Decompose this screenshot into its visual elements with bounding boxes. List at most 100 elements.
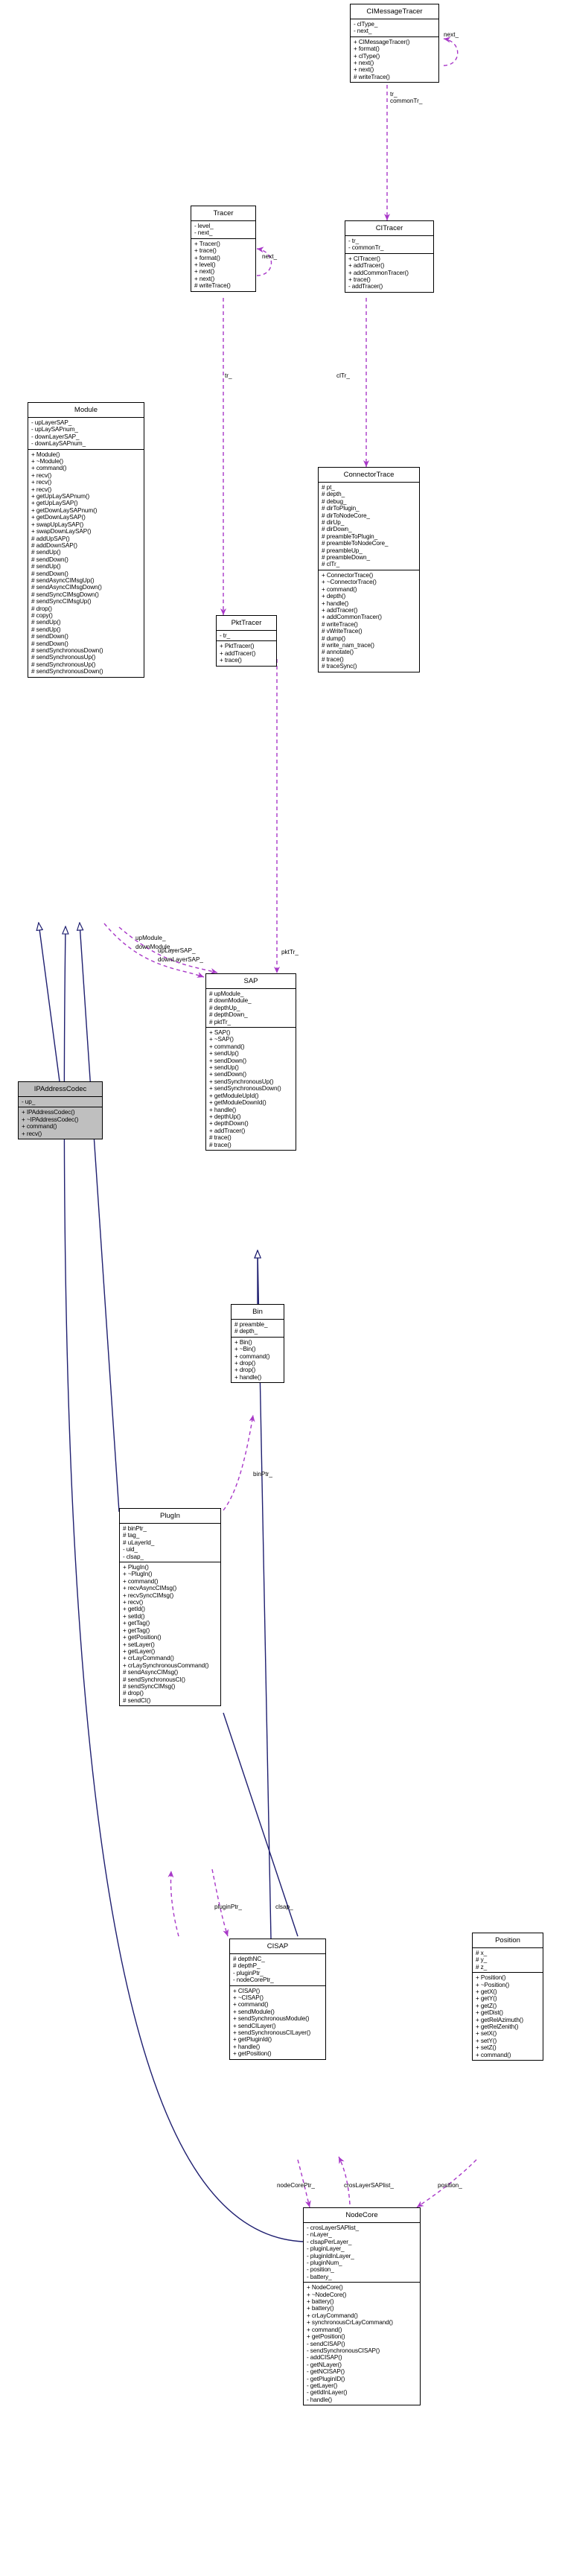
- attribute-row: - nodeCorePtr_: [233, 1976, 274, 1984]
- class-node-citracer[interactable]: CITracer - tr_ - commonTr_ + CITracer() + ad…: [345, 220, 434, 293]
- methods-compartment: + CIMessageTracer() + format() + clType() +…: [351, 37, 438, 82]
- method-row: + sendUp(): [209, 1064, 239, 1072]
- method-row: - getIdInLayer(): [307, 2389, 348, 2397]
- class-node-position[interactable]: Position # x_ # y_ # z_ + Position() + ~Posit…: [472, 1933, 543, 2061]
- method-row: + battery(): [307, 2305, 334, 2312]
- method-row: + getRelAzimuth(): [476, 2016, 524, 2023]
- class-name: SAP: [206, 974, 296, 989]
- class-name: IPAddressCodec: [19, 1082, 102, 1097]
- attribute-row: # uLayerId_: [123, 1539, 155, 1546]
- attribute-row: - pluginNum_: [307, 2259, 342, 2267]
- attribute-row: - up_: [22, 1098, 36, 1105]
- attributes-compartment: - clType_ - next_: [351, 19, 438, 37]
- method-row: + setZ(): [476, 2044, 497, 2052]
- method-row: + level(): [194, 261, 216, 269]
- class-node-connectortrace[interactable]: ConnectorTrace # pt_ # depth_ # debug_ # dir…: [318, 467, 420, 672]
- class-node-plugin[interactable]: PlugIn # binPtr_ # tag_ # uLayerId_ - uid_ - …: [119, 1508, 221, 1707]
- method-row: # trace(): [322, 655, 344, 663]
- method-row: # sendUp(): [31, 619, 61, 626]
- method-row: + setY(): [476, 2037, 497, 2044]
- attribute-row: # upModule_: [209, 990, 244, 997]
- method-row: # drop(): [31, 605, 52, 612]
- attributes-compartment: # preamble_ # depth_: [232, 1320, 284, 1338]
- attribute-row: - clsap_: [123, 1553, 144, 1560]
- method-row: + getX(): [476, 1988, 497, 1996]
- method-row: - getNLayer(): [307, 2361, 342, 2368]
- method-row: + command(): [307, 2326, 342, 2333]
- method-row: + getPluginId(): [233, 2036, 272, 2044]
- edge-label-lbl-nodeCorePtr: nodeCorePtr_: [277, 2182, 315, 2189]
- class-name: CIMessageTracer: [351, 4, 438, 19]
- class-name: Module: [28, 403, 144, 418]
- edge-label-lbl-tr-top: tr_: [390, 91, 398, 98]
- method-row: + addCommonTracer(): [348, 269, 409, 276]
- class-node-nodecore[interactable]: NodeCore - crosLayerSAPlist_ - nLayer_ - cl…: [303, 2207, 421, 2406]
- methods-compartment: + CISAP() + ~CISAP() + command() + sendModu…: [230, 1986, 325, 2059]
- attribute-row: # downModule_: [209, 997, 252, 1005]
- class-node-tracer[interactable]: Tracer - level_ - next_ + Tracer() + trace()…: [191, 206, 256, 292]
- attributes-compartment: # binPtr_ # tag_ # uLayerId_ - uid_ - clsap_: [120, 1524, 220, 1563]
- method-row: # sendAsyncCIMsgUp(): [31, 576, 95, 584]
- class-name: PktTracer: [217, 616, 276, 631]
- method-row: # sendDown(): [31, 556, 68, 563]
- method-row: + PktTracer(): [220, 643, 255, 650]
- class-node-bin[interactable]: Bin # preamble_ # depth_ + Bin() + ~Bin() + c…: [231, 1304, 284, 1384]
- attribute-row: # preambleToNodeCore_: [322, 540, 389, 547]
- method-row: + ~NodeCore(): [307, 2291, 347, 2298]
- attribute-row: - tr_: [220, 632, 231, 639]
- attribute-row: # dirUp_: [322, 519, 345, 527]
- method-row: + command(): [22, 1123, 57, 1130]
- attribute-row: - commonTr_: [348, 244, 384, 252]
- class-node-ipaddresscodec[interactable]: IPAddressCodec - up_ + IPAddressCodec() + ~…: [18, 1081, 103, 1140]
- method-row: + command(): [233, 2001, 269, 2009]
- class-name: PlugIn: [120, 1509, 220, 1524]
- method-row: + next(): [194, 275, 215, 282]
- attribute-row: # binPtr_: [123, 1525, 147, 1532]
- method-row: + crLayCommand(): [123, 1655, 174, 1662]
- method-row: + command(): [476, 2051, 511, 2058]
- method-row: + getPosition(): [123, 1634, 162, 1641]
- attributes-compartment: # upModule_ # downModule_ # depthUp_ # dept…: [206, 989, 296, 1028]
- method-row: + getDownLaySAP(): [31, 514, 86, 521]
- method-row: + handle(): [322, 600, 349, 607]
- class-node-pkttracer[interactable]: PktTracer - tr_ + PktTracer() + addTracer()…: [216, 615, 277, 667]
- method-row: # sendUp(): [31, 549, 61, 556]
- method-row: + recv(): [31, 471, 52, 479]
- method-row: # copy(): [31, 611, 53, 619]
- method-row: + command(): [31, 465, 67, 472]
- class-node-module[interactable]: Module - upLayerSAP_ - upLaySAPnum_ - downL…: [28, 402, 144, 678]
- method-row: + trace(): [194, 247, 217, 255]
- method-row: + synchronousCrLayCommand(): [307, 2319, 393, 2327]
- method-row: + depthUp(): [209, 1113, 241, 1120]
- method-row: # vWriteTrace(): [322, 628, 363, 635]
- edge-label-lbl-pktTr: pktTr_: [281, 949, 299, 955]
- method-row: + depth(): [322, 593, 346, 600]
- method-row: + recvAsyncCIMsg(): [123, 1585, 177, 1592]
- method-row: + trace(): [348, 276, 371, 284]
- method-row: # writeTrace(): [354, 73, 390, 80]
- method-row: + sendModule(): [233, 2008, 275, 2015]
- method-row: + getDownLaySAPnum(): [31, 506, 98, 514]
- method-row: + setX(): [476, 2030, 497, 2038]
- method-row: + getDist(): [476, 2009, 503, 2017]
- attribute-row: # clTr_: [322, 561, 340, 568]
- method-row: + command(): [234, 1352, 270, 1360]
- method-row: + sendCILayer(): [233, 2022, 276, 2029]
- methods-compartment: + PktTracer() + addTracer() + trace(): [217, 641, 276, 665]
- method-row: + getRelZenith(): [476, 2023, 519, 2031]
- method-row: + IPAddressCodec(): [22, 1109, 75, 1116]
- method-row: # sendSyncCIMsg(): [123, 1682, 176, 1690]
- method-row: + handle(): [234, 1373, 262, 1381]
- attribute-row: # y_: [476, 1956, 488, 1964]
- class-node-sap[interactable]: SAP # upModule_ # downModule_ # depthUp_ # d…: [205, 973, 296, 1151]
- attribute-row: # dirDown_: [322, 526, 352, 533]
- method-row: + recv(): [31, 479, 52, 486]
- methods-compartment: + PlugIn() + ~PlugIn() + command() + recvAs…: [120, 1562, 220, 1705]
- method-row: # write_nam_trace(): [322, 641, 374, 649]
- method-row: + drop(): [234, 1367, 256, 1374]
- method-row: # trace(): [209, 1141, 232, 1148]
- method-row: # sendSynchronousUp(): [31, 661, 96, 668]
- class-node-cisap[interactable]: CISAP # depthNC_ # depthP_ - pluginPtr_ - no…: [229, 1939, 326, 2060]
- attribute-row: - battery_: [307, 2273, 332, 2280]
- class-node-cimessagetracer[interactable]: CIMessageTracer - clType_ - next_ + CIMessa…: [350, 4, 439, 83]
